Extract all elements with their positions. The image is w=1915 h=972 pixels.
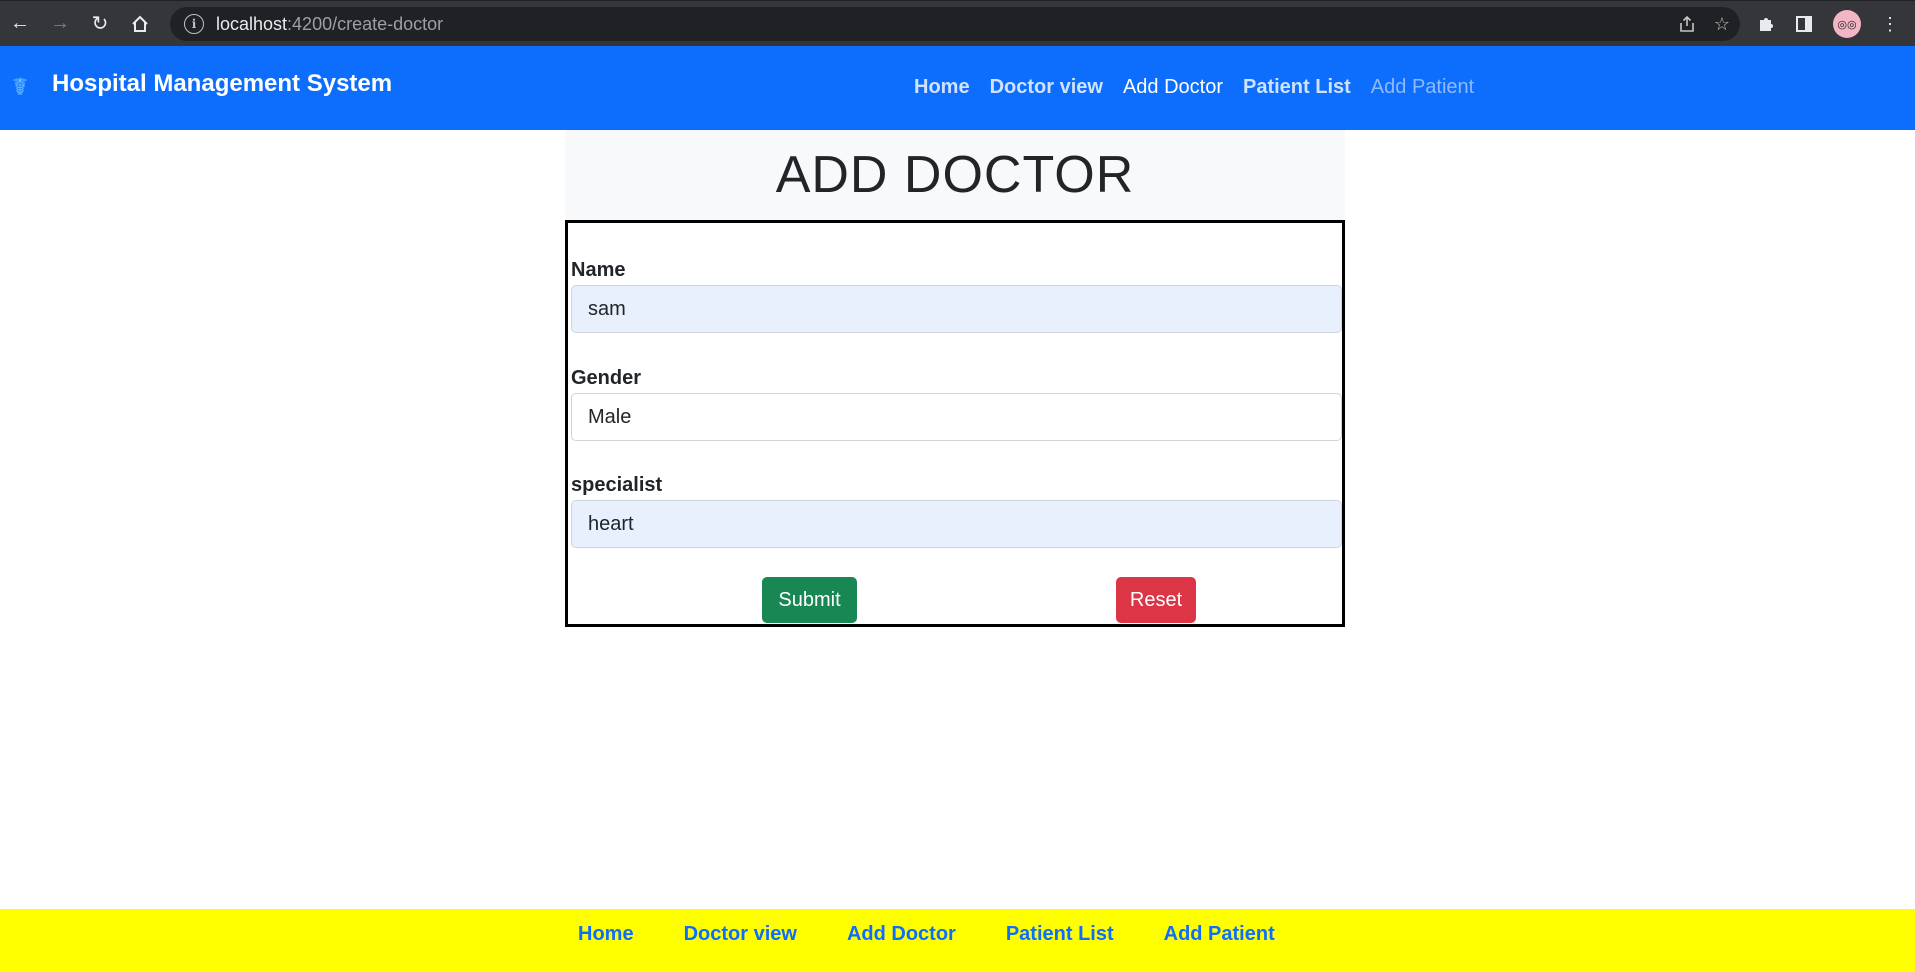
submit-button[interactable]: Submit [762, 577, 857, 623]
address-bar[interactable]: i localhost:4200/create-doctor ☆ [170, 7, 1740, 41]
home-button[interactable] [120, 1, 160, 47]
footer-link-home[interactable]: Home [578, 923, 634, 946]
nav-link-add-doctor[interactable]: Add Doctor [1123, 76, 1223, 99]
arrow-right-icon: → [50, 12, 70, 34]
back-button[interactable]: ← [0, 1, 40, 47]
reload-icon: ↻ [91, 13, 109, 35]
footer-link-add-doctor[interactable]: Add Doctor [847, 923, 956, 946]
gender-label: Gender [571, 367, 642, 389]
name-input[interactable] [571, 285, 1342, 333]
nav-links: Home Doctor view Add Doctor Patient List… [914, 76, 1474, 99]
reset-button[interactable]: Reset [1116, 577, 1196, 623]
nav-link-patient-list[interactable]: Patient List [1243, 76, 1351, 99]
puzzle-icon[interactable] [1757, 15, 1775, 33]
reload-button[interactable]: ↻ [80, 1, 120, 47]
add-doctor-form: Name Gender specialist Submit Reset [565, 220, 1345, 627]
footer: Home Doctor view Add Doctor Patient List… [0, 909, 1915, 972]
heading-container: ADD DOCTOR [565, 130, 1345, 220]
home-icon [132, 15, 148, 32]
url-text[interactable]: localhost:4200/create-doctor [216, 14, 443, 35]
footer-link-doctor-view[interactable]: Doctor view [684, 923, 797, 946]
gender-input[interactable] [571, 393, 1342, 441]
side-panel-icon[interactable] [1795, 15, 1813, 33]
info-icon[interactable]: i [184, 14, 204, 34]
nav-link-add-patient[interactable]: Add Patient [1371, 76, 1474, 99]
forward-button[interactable]: → [40, 1, 80, 47]
caduceus-icon: ☤ [11, 73, 29, 101]
specialist-label: specialist [571, 474, 663, 496]
name-label: Name [571, 259, 626, 281]
browser-toolbar: ← → ↻ i localhost:4200/create-doctor ☆ ◎… [0, 0, 1915, 46]
share-icon[interactable] [1678, 15, 1696, 33]
specialist-input[interactable] [571, 500, 1342, 548]
star-icon[interactable]: ☆ [1714, 14, 1730, 35]
footer-link-patient-list[interactable]: Patient List [1006, 923, 1114, 946]
nav-link-doctor-view[interactable]: Doctor view [990, 76, 1103, 99]
kebab-menu-icon[interactable]: ⋮ [1881, 14, 1899, 35]
nav-link-home[interactable]: Home [914, 76, 970, 99]
arrow-left-icon: ← [10, 12, 30, 34]
page-title: ADD DOCTOR [775, 146, 1135, 204]
footer-links: Home Doctor view Add Doctor Patient List… [578, 923, 1275, 946]
profile-avatar[interactable]: ◎◎ [1833, 10, 1861, 38]
brand-title[interactable]: Hospital Management System [52, 70, 392, 98]
footer-link-add-patient[interactable]: Add Patient [1164, 923, 1275, 946]
app-navbar: ☤ Hospital Management System Home Doctor… [0, 46, 1915, 130]
